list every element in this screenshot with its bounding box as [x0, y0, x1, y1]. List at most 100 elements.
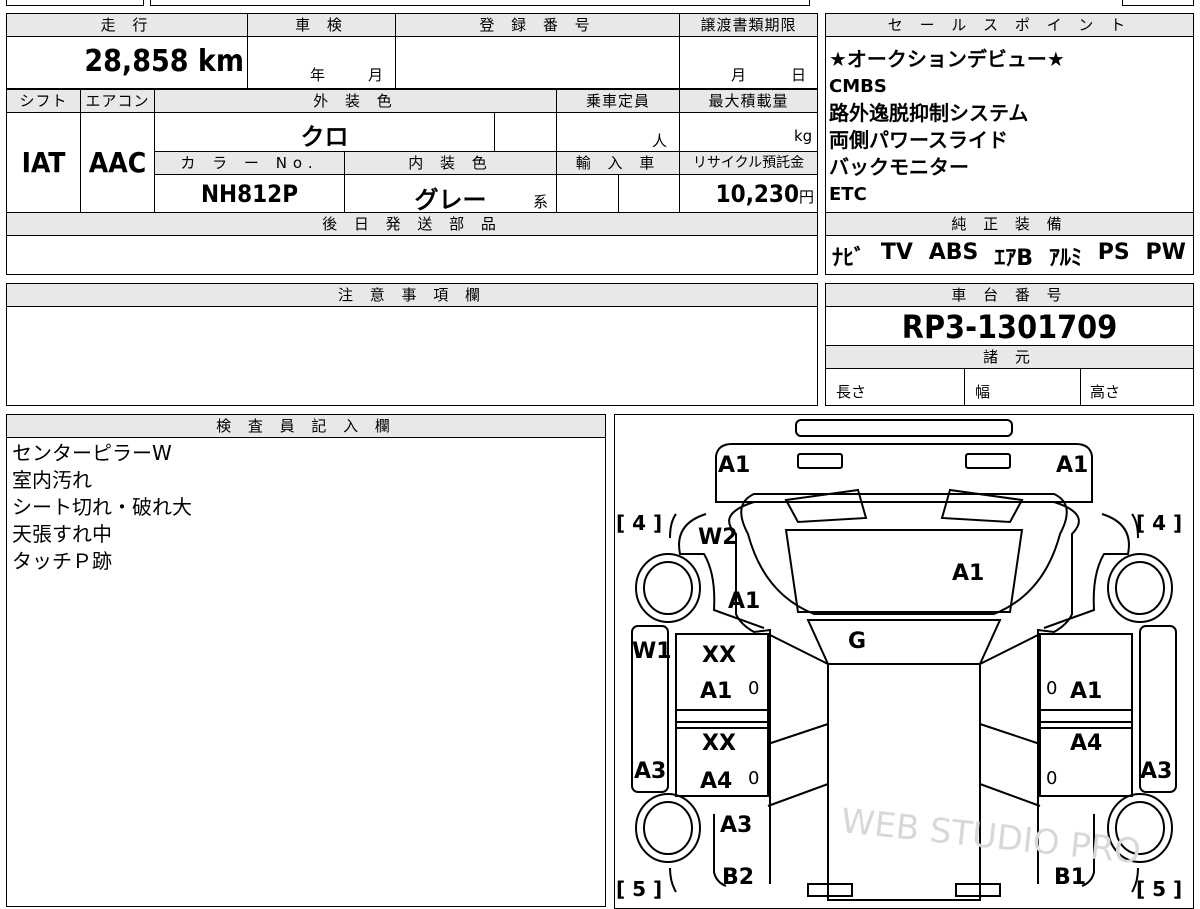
mark-fender-front-left: W2 — [698, 525, 738, 550]
inspection-header: 車 検 — [247, 13, 396, 37]
shift-header: シフト — [6, 89, 81, 113]
inspector-note: 天張すれ中 — [12, 522, 112, 546]
aircon-header: エアコン — [80, 89, 155, 113]
load-unit: kg — [794, 127, 813, 145]
inspector-note: センターピラーW — [12, 441, 172, 465]
interior-color-header: 内 装 色 — [344, 151, 557, 175]
diagram-watermark: WEB STUDIO PRO — [839, 801, 1143, 872]
equipment-item: PW — [1145, 240, 1186, 265]
inspector-notes-list: センターピラーW 室内汚れ シート切れ・破れ大 天張すれ中 タッチＰ跡 — [12, 440, 602, 575]
interior-color-suffix: 系 — [533, 193, 549, 211]
specs-header: 諸 元 — [825, 345, 1194, 369]
tire-bracket-fl — [669, 513, 677, 539]
exterior-color-value: クロ — [300, 123, 349, 151]
tire-bracket-rl — [669, 867, 677, 893]
mark-door-front-right: A1 — [1070, 679, 1102, 704]
inspection-year-unit: 年 — [310, 66, 326, 84]
later-parts-cell — [6, 235, 818, 275]
equipment-list: ﾅﾋﾞ TV ABS ｴｱB ｱﾙﾐ PS PW — [826, 240, 1192, 272]
rear-bumper-right — [955, 883, 1001, 897]
mark-sill-left: A3 — [634, 759, 666, 784]
pillar-left-rear — [767, 783, 829, 807]
recycle-value: 10,230円 — [679, 180, 814, 208]
mileage-unit: km — [197, 44, 244, 79]
sales-point-item: 両側パワースライド — [829, 128, 1008, 152]
shift-value: IAT — [21, 146, 66, 179]
interior-color-value: グレー — [414, 186, 487, 214]
sales-points-list: ★オークションデビュー★ CMBS 路外逸脱抑制システム 両側パワースライド バ… — [829, 46, 1191, 208]
pillar-right-mid — [979, 723, 1041, 745]
tire-count-rear-right: [ 5 ] — [1136, 877, 1182, 901]
car-diagram: WEB STUDIO PRO [ 4 ] [ 4 ] [ 5 ] [ 5 ] A… — [616, 419, 1182, 901]
mark-pillar-left: W1 — [632, 639, 672, 664]
equipment-item: ABS — [928, 240, 979, 265]
mark-door-front-left-a: XX — [702, 643, 736, 668]
mark-bumper-front-left: A1 — [718, 453, 750, 478]
mark-door-rear-left-zero: 0 — [748, 768, 759, 789]
chassis-no-value: RP3-1301709 — [901, 308, 1118, 346]
notes-cell — [6, 306, 818, 406]
mark-door-rear-left-b: A4 — [700, 769, 732, 794]
spec-length-label: 長さ — [836, 383, 867, 401]
color-no-value: NH812P — [200, 180, 299, 208]
mark-quarter-left: A3 — [720, 813, 752, 838]
transfer-month-unit: 月 — [731, 66, 747, 84]
wheel-front-left-inner — [643, 561, 693, 615]
mark-bumper-rear-right: B1 — [1054, 865, 1086, 890]
windshield-panel — [806, 619, 1002, 665]
spec-width-label: 幅 — [975, 383, 991, 401]
tire-count-front-right: [ 4 ] — [1136, 511, 1182, 535]
max-load-header: 最大積載量 — [679, 89, 818, 113]
top-strip-mid — [150, 0, 810, 6]
mark-door-rear-left-a: XX — [702, 731, 736, 756]
mark-sill-right: A3 — [1140, 759, 1172, 784]
top-strip-left — [6, 0, 144, 6]
sales-point-item: ★オークションデビュー★ — [829, 47, 1065, 71]
registration-header: 登 録 番 号 — [395, 13, 680, 37]
roof-panel — [827, 663, 981, 901]
pillar-left-mid — [767, 723, 829, 745]
recycle-unit: 円 — [798, 188, 814, 206]
sales-point-item: ETC — [829, 184, 867, 205]
inspector-note: タッチＰ跡 — [12, 549, 112, 573]
exterior-color-header: 外 装 色 — [154, 89, 557, 113]
equipment-item: ﾅﾋﾞ — [832, 246, 866, 271]
aircon-value: AAC — [88, 146, 147, 179]
wheel-front-right — [1107, 553, 1173, 623]
rear-bumper-left — [807, 883, 853, 897]
sales-point-item: CMBS — [829, 76, 887, 97]
inspector-header: 検 査 員 記 入 欄 — [6, 414, 606, 438]
sales-point-item: 路外逸脱抑制システム — [829, 101, 1029, 125]
pillar-left-front — [767, 633, 829, 665]
mark-bumper-front-right: A1 — [1056, 453, 1088, 478]
equipment-item: TV — [880, 240, 913, 265]
import-cell-a — [556, 174, 619, 213]
mark-door-rear-right: A4 — [1070, 731, 1102, 756]
wheel-rear-left-inner — [643, 801, 693, 855]
equipment-item: ｴｱB — [994, 246, 1034, 271]
mark-door-front-right-zero: 0 — [1046, 678, 1057, 699]
pillar-right-rear — [979, 783, 1041, 807]
tire-count-front-left: [ 4 ] — [616, 511, 662, 535]
recycle-header: リサイクル預託金 — [679, 151, 818, 175]
recycle-amount: 10,230 — [715, 180, 799, 208]
exterior-color-extra-cell — [494, 112, 557, 152]
sales-point-item: バックモニター — [829, 155, 969, 179]
chassis-no-header: 車 台 番 号 — [825, 283, 1194, 307]
inspector-note: シート切れ・破れ大 — [12, 495, 192, 519]
import-cell-b — [618, 174, 680, 213]
mileage-value: 28,858 km — [6, 44, 244, 79]
mark-windshield: G — [848, 629, 866, 654]
front-plate-outline — [795, 419, 1013, 437]
mark-hood: A1 — [952, 561, 984, 586]
color-no-header: カ ラ ー No. — [154, 151, 345, 175]
wheel-front-right-inner — [1115, 561, 1165, 615]
mark-door-front-left-b: A1 — [700, 679, 732, 704]
inspector-note: 室内汚れ — [12, 468, 92, 492]
top-strip-right — [1122, 0, 1194, 6]
mark-bumper-rear-left: B2 — [722, 865, 754, 890]
wheel-front-left — [635, 553, 701, 623]
equipment-item: ｱﾙﾐ — [1048, 246, 1082, 271]
transfer-deadline-header: 譲渡書類期限 — [679, 13, 818, 37]
pillar-right-front — [979, 633, 1041, 665]
